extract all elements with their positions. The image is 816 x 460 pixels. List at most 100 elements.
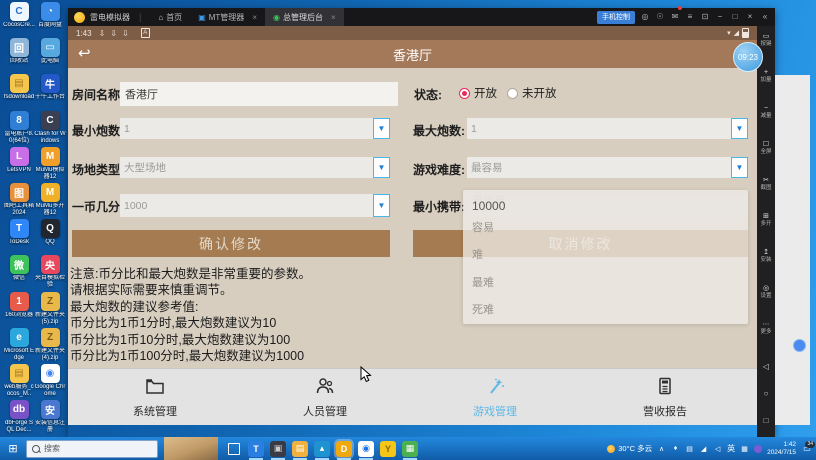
nav-item-wand[interactable]: 游戏管理 xyxy=(450,376,540,419)
desktop-icon[interactable]: ▤web服务_cocos_M.. xyxy=(3,364,35,398)
news-weather-widget[interactable] xyxy=(164,437,218,460)
desktop-icon[interactable]: Z新建文件夹(5).zip xyxy=(34,292,66,326)
purple-tray-icon[interactable] xyxy=(754,445,762,453)
tab-close-icon[interactable]: × xyxy=(331,13,336,22)
android-home-button[interactable]: ○ xyxy=(757,389,775,398)
start-button[interactable]: ⊞ xyxy=(0,442,26,455)
taskbar-clock[interactable]: 1:42 2024/7/15 xyxy=(767,441,796,456)
difficulty-option[interactable]: 容易 xyxy=(472,219,494,235)
status-radio[interactable] xyxy=(459,88,470,99)
android-back-button[interactable]: ◁ xyxy=(757,362,775,371)
desktop-icon[interactable]: 微微信 xyxy=(3,255,35,282)
sidebar-tool-4[interactable]: ☐全屏 xyxy=(757,140,775,156)
desktop-icon[interactable]: dbdbForge SQL Dec... xyxy=(3,400,35,434)
sidebar-tool-9[interactable]: ⋯更多 xyxy=(757,320,775,336)
taskbar-app-chrome[interactable]: ◉ xyxy=(358,441,374,457)
feedback-icon[interactable]: ⊡ xyxy=(700,8,710,26)
taskbar-app-green-app[interactable]: ▦ xyxy=(402,441,418,457)
room-name-input[interactable] xyxy=(120,82,398,106)
volume-icon[interactable]: ◁ xyxy=(713,445,722,453)
desktop-icon[interactable]: QQQ xyxy=(34,219,66,246)
coin-ratio-select[interactable]: 1000 ▼ xyxy=(120,194,390,217)
desktop-icon[interactable]: LLetsVPN xyxy=(3,147,35,174)
dropdown-arrow-icon[interactable]: ▼ xyxy=(373,194,390,217)
taskbar-app-ldplayer[interactable]: D xyxy=(336,441,352,457)
touch-keyboard-icon[interactable]: ▦ xyxy=(740,445,749,453)
desktop-icon[interactable]: ◉Google Chrome xyxy=(34,364,66,398)
taskbar-app-todesk[interactable]: T xyxy=(248,441,264,457)
sidebar-tool-5[interactable]: ✂截图 xyxy=(757,176,775,192)
sidebar-tool-3[interactable]: −减量 xyxy=(757,104,775,120)
community-icon[interactable]: ☉ xyxy=(655,8,665,26)
emulator-tab[interactable]: ◉总管理后台× xyxy=(265,8,344,26)
weather-status[interactable]: 30°C 多云 xyxy=(607,443,652,454)
desktop-icon[interactable]: CCocosCre... xyxy=(3,2,35,29)
desktop-icon[interactable]: 安安装信息注册 xyxy=(34,400,66,434)
controller-icon[interactable]: ◎ xyxy=(640,8,650,26)
dropdown-arrow-icon[interactable]: ▼ xyxy=(731,118,748,139)
desktop-icon[interactable]: 牛千牛工作台 xyxy=(34,74,66,101)
desktop-icon[interactable]: Z新建文件夹(4).zip xyxy=(34,328,66,362)
taskbar-app-yellow-app[interactable]: Y xyxy=(380,441,396,457)
dropdown-arrow-icon[interactable]: ▼ xyxy=(373,157,390,178)
message-icon[interactable]: ✉ xyxy=(670,8,680,26)
floating-timer-badge[interactable]: 09:23 xyxy=(733,42,763,72)
taskbar-search[interactable]: 搜索 xyxy=(26,440,158,458)
desktop-icon[interactable]: ▭此电脑 xyxy=(34,38,66,65)
desktop-icon[interactable]: ◔百度网盘 xyxy=(34,2,66,29)
minimize-button[interactable]: − xyxy=(715,8,725,26)
taskbar-app-photos[interactable]: ▴ xyxy=(314,441,330,457)
desktop-icon[interactable]: MMuMu模拟器12 xyxy=(34,147,66,181)
field-type-select[interactable]: 大型场地 ▼ xyxy=(120,157,390,178)
max-cannon-select[interactable]: 1 ▼ xyxy=(467,118,748,139)
dropdown-arrow-icon[interactable]: ▼ xyxy=(373,118,390,139)
back-icon[interactable]: ↩ xyxy=(78,44,91,62)
close-button[interactable]: × xyxy=(745,8,755,26)
dropdown-arrow-icon[interactable]: ▼ xyxy=(731,157,748,178)
sidebar-tool-1[interactable]: ▭按键 xyxy=(757,32,775,48)
hidden-icons-chevron[interactable]: ∧ xyxy=(657,445,666,453)
desktop-icon[interactable]: ▤fsdownload xyxy=(3,74,35,101)
confirm-button[interactable]: 确认修改 xyxy=(72,230,390,257)
floating-blue-button[interactable] xyxy=(793,339,806,352)
android-recents-button[interactable]: □ xyxy=(757,416,775,425)
desktop-icon[interactable]: MMuMu多开器12 xyxy=(34,183,66,217)
desktop-icon[interactable]: 1160浏览器 xyxy=(3,292,35,319)
network-icon[interactable]: ◢ xyxy=(699,445,708,453)
maximize-button[interactable]: □ xyxy=(730,8,740,26)
difficulty-select[interactable]: 最容易 ▼ xyxy=(467,157,748,178)
task-view-button[interactable] xyxy=(228,443,240,455)
emulator-tab[interactable]: ⌂首页 xyxy=(150,8,190,26)
difficulty-option[interactable]: 死难 xyxy=(472,301,494,317)
sidebar-tool-2[interactable]: +加量 xyxy=(757,68,775,84)
min-carry-input[interactable] xyxy=(467,194,748,217)
tab-close-icon[interactable]: × xyxy=(252,13,257,22)
desktop-icon[interactable]: 8雷电账户8.0(64位) xyxy=(3,111,35,145)
emulator-tab[interactable]: ▣MT管理器× xyxy=(190,8,265,26)
min-cannon-select[interactable]: 1 ▼ xyxy=(120,118,390,139)
desktop-icon[interactable]: CClash for Windows xyxy=(34,111,66,145)
microphone-tray-icon[interactable]: ♦ xyxy=(671,445,680,452)
phone-control-button[interactable]: 手机控制 xyxy=(597,11,635,24)
difficulty-option[interactable]: 最难 xyxy=(472,274,494,290)
desktop-icon[interactable]: 图图吧工具箱2024 xyxy=(3,183,35,217)
notification-center-button[interactable]: ▭ 34 xyxy=(801,444,813,453)
nav-item-calculator[interactable]: 营收报告 xyxy=(620,376,710,419)
taskbar-app-dark-app[interactable]: ▣ xyxy=(270,441,286,457)
nav-item-people[interactable]: 人员管理 xyxy=(280,376,370,419)
taskbar-app-file-explorer[interactable]: ▤ xyxy=(292,441,308,457)
sidebar-tool-7[interactable]: ↥安装 xyxy=(757,248,775,264)
sidebar-tool-6[interactable]: ⊞多开 xyxy=(757,212,775,228)
ime-indicator[interactable]: 英 xyxy=(727,443,735,454)
sidebar-tool-8[interactable]: ◎设置 xyxy=(757,284,775,300)
desktop-icon[interactable]: 回回收站 xyxy=(3,38,35,65)
desktop-icon[interactable]: TToDesk xyxy=(3,219,35,246)
collapse-toolbar-button[interactable]: « xyxy=(760,8,770,26)
menu-icon[interactable]: ≡ xyxy=(685,8,695,26)
desktop-icon[interactable]: 央央目模拟检验 xyxy=(34,255,66,289)
difficulty-option[interactable]: 难 xyxy=(472,246,483,262)
app-tray-icon[interactable]: ▤ xyxy=(685,445,694,453)
status-radio[interactable] xyxy=(507,88,518,99)
desktop-icon[interactable]: eMicrosoft Edge xyxy=(3,328,35,362)
nav-item-folder[interactable]: 系统管理 xyxy=(110,376,200,419)
